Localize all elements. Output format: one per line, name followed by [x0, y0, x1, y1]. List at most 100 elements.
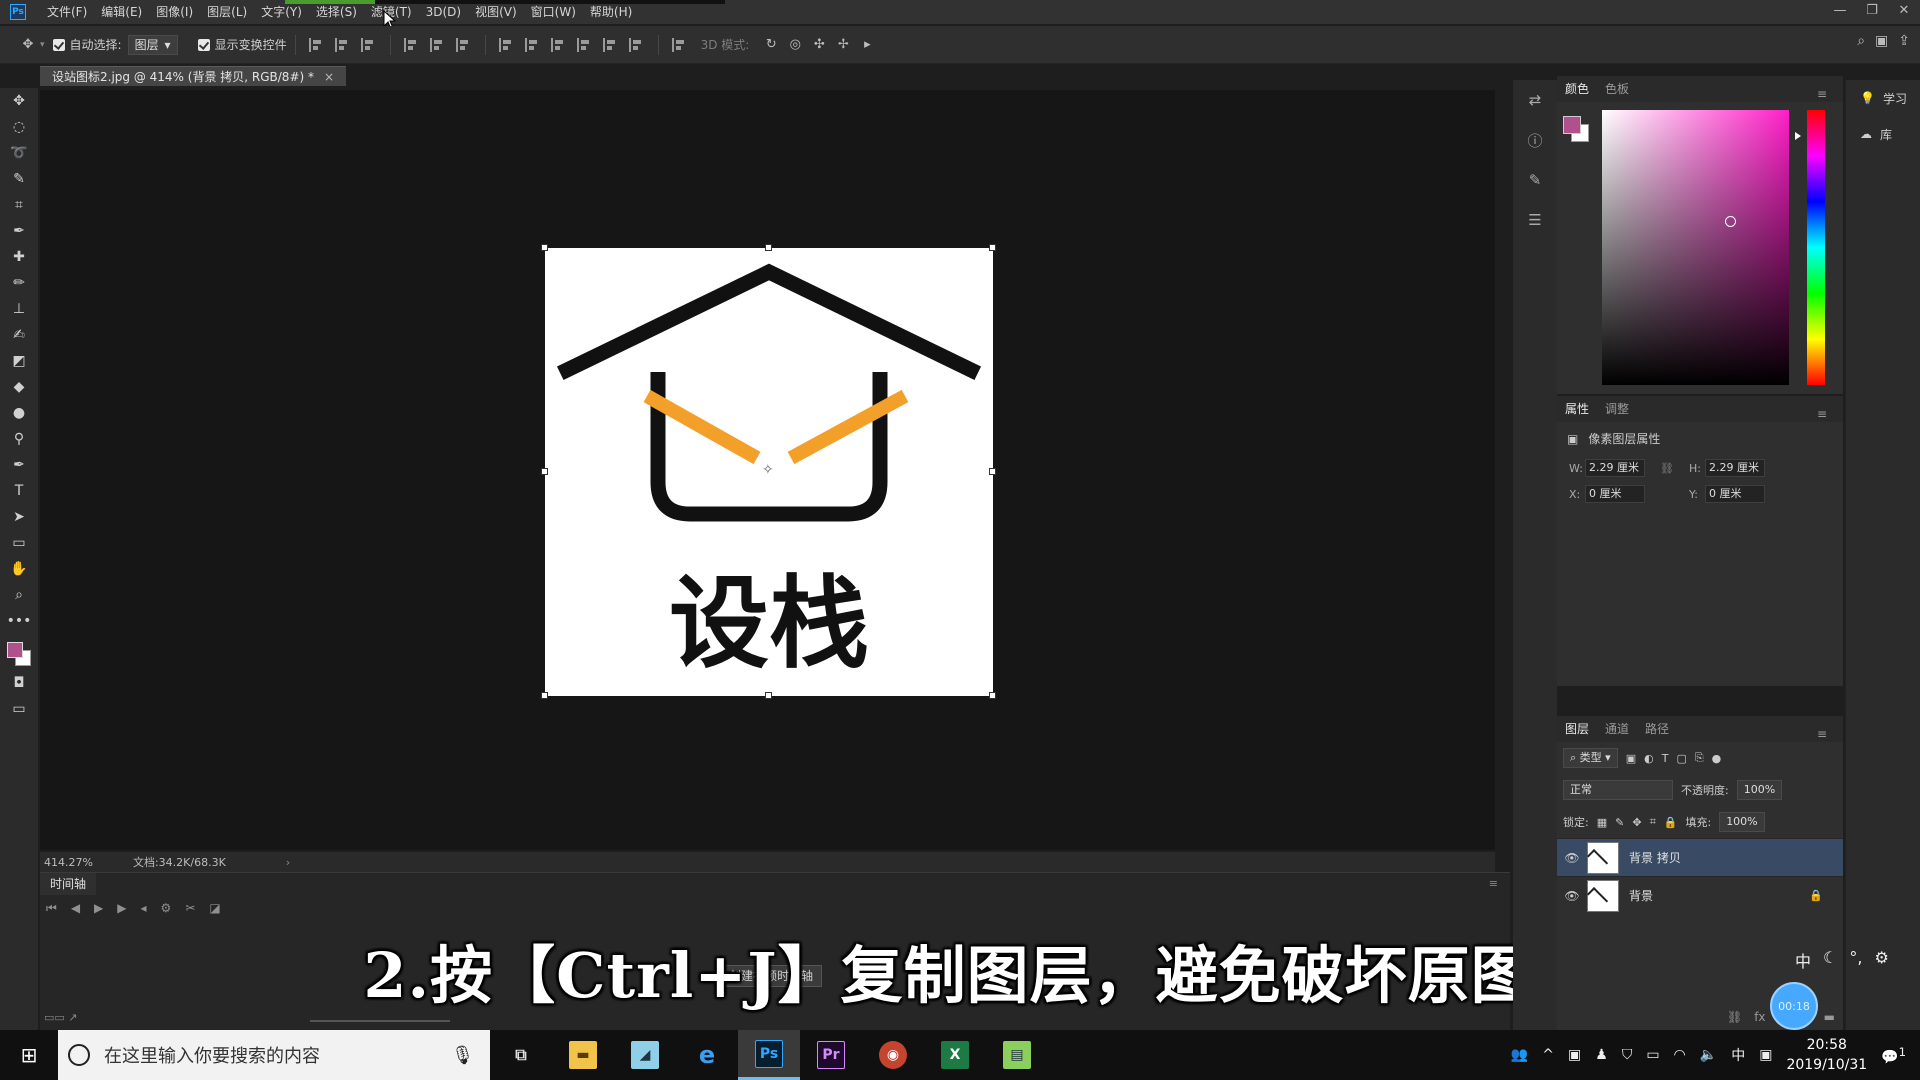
- taskbar-clock[interactable]: 20:58 2019/10/31: [1786, 1035, 1867, 1075]
- hue-pointer-icon[interactable]: [1795, 132, 1801, 140]
- canvas-area[interactable]: 设栈 ✧: [40, 90, 1495, 850]
- blur-tool-icon[interactable]: ●: [0, 400, 38, 426]
- chevron-right-icon[interactable]: ›: [286, 856, 290, 869]
- blend-mode-dropdown[interactable]: 正常: [1563, 780, 1673, 800]
- tray-app-icon[interactable]: ♟: [1595, 1047, 1608, 1063]
- hand-tool-icon[interactable]: ✋: [0, 556, 38, 582]
- lock-pixels-icon[interactable]: ✎: [1615, 816, 1624, 829]
- adjustments-icon[interactable]: ☰: [1513, 200, 1557, 240]
- align-vcenter-icon[interactable]: [334, 37, 351, 52]
- width-field[interactable]: 2.29 厘米: [1585, 459, 1645, 477]
- panel-menu-icon[interactable]: ≡: [1809, 401, 1835, 427]
- color-picker-handle[interactable]: [1725, 216, 1736, 227]
- ime-punct-icon[interactable]: °,: [1849, 948, 1862, 972]
- menu-edit[interactable]: 编辑(E): [94, 0, 149, 24]
- windows-start-icon[interactable]: ⊞: [0, 1030, 58, 1080]
- color-swatches[interactable]: [0, 634, 38, 670]
- visibility-eye-icon[interactable]: 👁: [1557, 889, 1587, 903]
- healing-brush-icon[interactable]: ✚: [0, 244, 38, 270]
- 3d-orbit-icon[interactable]: ↻: [759, 33, 783, 57]
- menu-image[interactable]: 图像(I): [149, 0, 200, 24]
- height-field[interactable]: 2.29 厘米: [1705, 459, 1765, 477]
- filter-smart-icon[interactable]: ⎘: [1695, 751, 1704, 765]
- opacity-field[interactable]: 100%: [1736, 780, 1783, 800]
- library-button[interactable]: ☁ 库: [1846, 116, 1920, 152]
- panel-menu-icon[interactable]: ≡: [1809, 81, 1835, 107]
- language-indicator[interactable]: 中: [1731, 1045, 1745, 1065]
- next-frame-icon[interactable]: ▶: [117, 901, 126, 916]
- tool-preset-chevron-icon[interactable]: ▾: [40, 40, 45, 50]
- clone-stamp-icon[interactable]: ⊥: [0, 296, 38, 322]
- transform-handle[interactable]: [765, 692, 772, 699]
- fill-field[interactable]: 100%: [1719, 812, 1765, 832]
- more-tools-icon[interactable]: •••: [0, 608, 38, 634]
- tab-color[interactable]: 颜色: [1557, 76, 1597, 102]
- prev-frame-icon[interactable]: ◀: [71, 901, 80, 916]
- zoom-slider[interactable]: [310, 1020, 450, 1022]
- align-top-icon[interactable]: [308, 37, 325, 52]
- transform-handle[interactable]: [541, 244, 548, 251]
- shield-icon[interactable]: ⛉: [1622, 1047, 1633, 1063]
- auto-align-icon[interactable]: [671, 37, 688, 52]
- taskbar-search[interactable]: 在这里输入你要搜索的内容 🎙: [58, 1030, 490, 1080]
- brush-settings-icon[interactable]: ✎: [1513, 160, 1557, 200]
- zoom-level[interactable]: 414.27%: [44, 856, 93, 869]
- align-bottom-icon[interactable]: [360, 37, 377, 52]
- eraser-tool-icon[interactable]: ◩: [0, 348, 38, 374]
- media-app-icon[interactable]: ◉: [862, 1030, 924, 1080]
- transform-handle[interactable]: [541, 692, 548, 699]
- foreground-color-swatch[interactable]: [1563, 116, 1581, 134]
- transition-icon[interactable]: ◪: [209, 901, 220, 916]
- document-tab[interactable]: 设站图标2.jpg @ 414% (背景 拷贝, RGB/8#) * ×: [40, 66, 347, 86]
- distribute-top-icon[interactable]: [498, 37, 515, 52]
- wifi-icon[interactable]: ◠: [1674, 1047, 1686, 1063]
- menu-file[interactable]: 文件(F): [40, 0, 94, 24]
- tab-layers[interactable]: 图层: [1557, 716, 1597, 742]
- filter-pixel-icon[interactable]: ▣: [1626, 752, 1636, 765]
- play-icon[interactable]: ▶: [94, 901, 103, 916]
- frame-mode-icon[interactable]: ▭▭ ↗: [44, 1011, 78, 1024]
- notification-icon[interactable]: 💬1: [1881, 1045, 1906, 1066]
- zoom-tool-icon[interactable]: ⌕: [0, 582, 38, 608]
- close-tab-icon[interactable]: ×: [324, 70, 334, 84]
- link-icon[interactable]: ⛓: [1645, 462, 1689, 475]
- quick-select-tool-icon[interactable]: ✎: [0, 166, 38, 192]
- recording-timer[interactable]: 00:18: [1770, 982, 1818, 1030]
- brush-tool-icon[interactable]: ✏: [0, 270, 38, 296]
- filter-type-icon[interactable]: T: [1662, 752, 1669, 765]
- ime-settings-icon[interactable]: ⚙: [1874, 948, 1888, 972]
- timeline-tab[interactable]: 时间轴: [40, 873, 97, 895]
- ime-moon-icon[interactable]: ☾: [1823, 948, 1837, 972]
- microphone-icon[interactable]: 🎙: [451, 1045, 474, 1066]
- edge-browser-icon[interactable]: e: [676, 1030, 738, 1080]
- path-select-icon[interactable]: ➤: [0, 504, 38, 530]
- panel-menu-icon[interactable]: ≡: [1489, 877, 1498, 890]
- tab-swatches[interactable]: 色板: [1597, 76, 1637, 102]
- lock-position-icon[interactable]: ✥: [1632, 816, 1641, 829]
- y-field[interactable]: 0 厘米: [1705, 485, 1765, 503]
- excel-taskbar-icon[interactable]: X: [924, 1030, 986, 1080]
- lock-all-icon[interactable]: 🔒: [1664, 816, 1678, 829]
- tab-paths[interactable]: 路径: [1637, 716, 1677, 742]
- task-view-icon[interactable]: ⧉: [490, 1030, 552, 1080]
- align-hcenter-icon[interactable]: [429, 37, 446, 52]
- lock-artboard-icon[interactable]: ⌗: [1650, 815, 1656, 829]
- distribute-left-icon[interactable]: [576, 37, 593, 52]
- move-tool-icon[interactable]: ✥: [0, 88, 38, 114]
- new-group-icon[interactable]: ▬: [1824, 1010, 1835, 1024]
- show-transform-checkbox[interactable]: [197, 38, 210, 51]
- workspace-icon[interactable]: ▣: [1875, 33, 1888, 49]
- foreground-color-swatch[interactable]: [7, 642, 23, 658]
- distribute-bottom-icon[interactable]: [550, 37, 567, 52]
- screen-mode-icon[interactable]: ▭: [0, 696, 38, 722]
- link-layers-icon[interactable]: ⛓: [1727, 1010, 1742, 1024]
- close-button[interactable]: ✕: [1888, 0, 1920, 24]
- distribute-hcenter-icon[interactable]: [602, 37, 619, 52]
- dodge-tool-icon[interactable]: ⚲: [0, 426, 38, 452]
- paint-bucket-icon[interactable]: ◆: [0, 374, 38, 400]
- filter-toggle-icon[interactable]: ●: [1712, 752, 1722, 765]
- auto-select-checkbox[interactable]: [52, 38, 65, 51]
- auto-select-dropdown[interactable]: 图层 ▾: [127, 34, 178, 55]
- history-panel-icon[interactable]: ⇄: [1513, 80, 1557, 120]
- filter-adjust-icon[interactable]: ◐: [1644, 752, 1654, 765]
